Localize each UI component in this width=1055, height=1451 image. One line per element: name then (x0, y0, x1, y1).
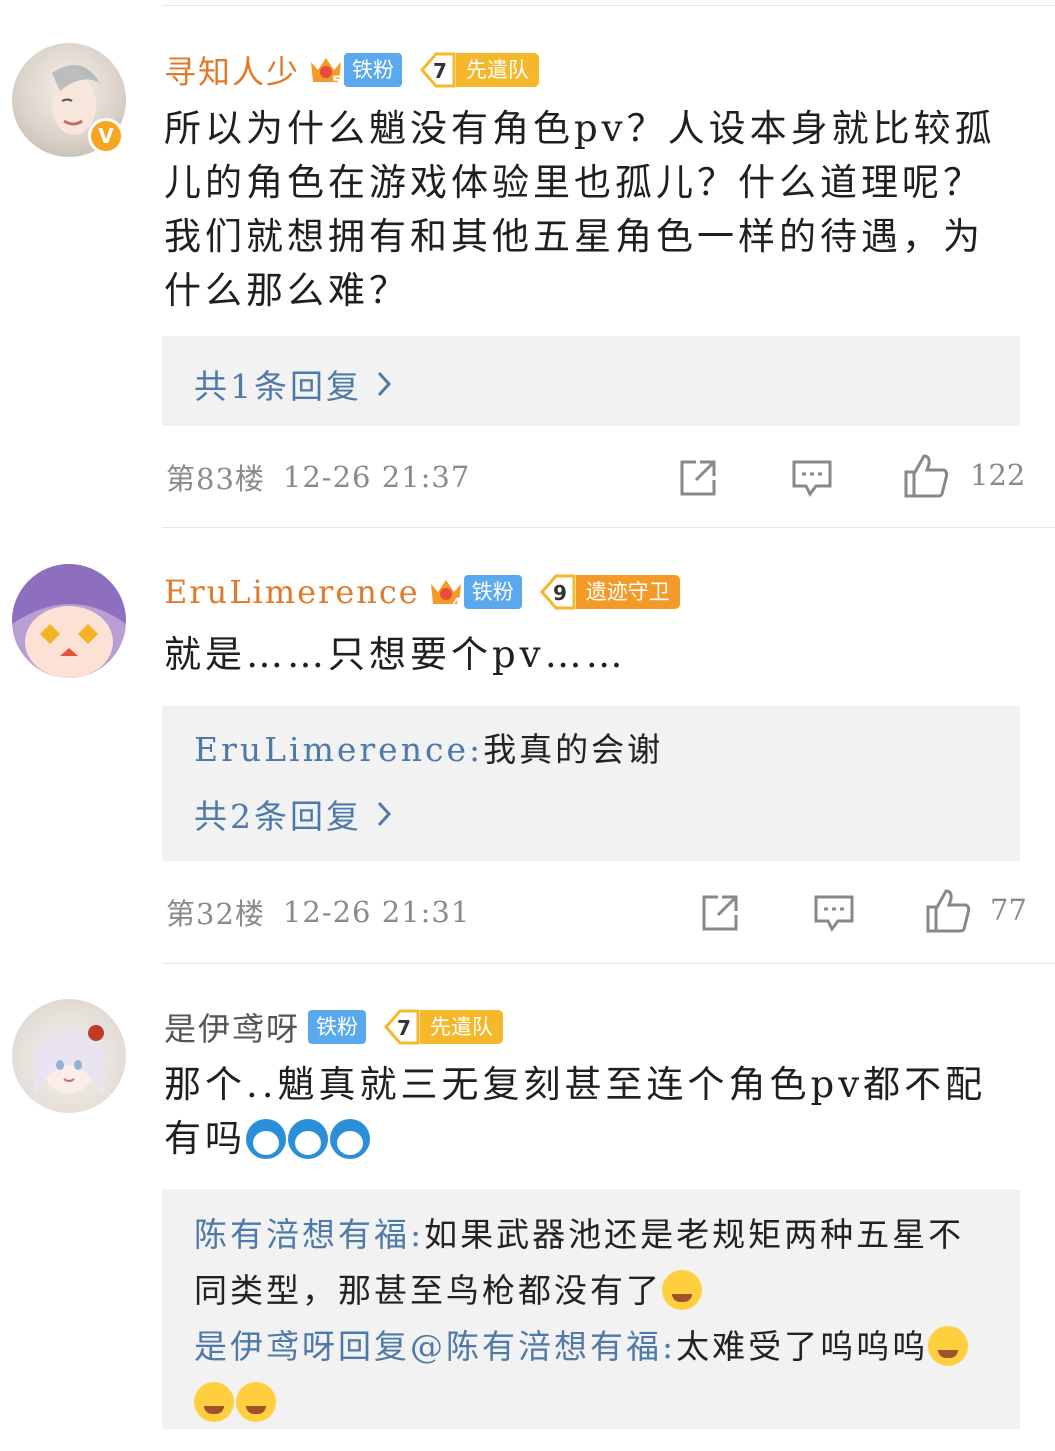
timestamp: 12-26 21:31 (282, 895, 471, 929)
floor-number: 第83楼 (166, 462, 265, 496)
reply-text: 太难受了呜呜呜 (676, 1327, 929, 1366)
comment-icon[interactable] (790, 456, 834, 500)
comment-icon[interactable] (812, 891, 856, 935)
divider (162, 527, 1055, 528)
svg-text:4: 4 (452, 596, 462, 610)
comment-text: 就是……只想要个pv…… (164, 633, 627, 676)
crying-face-icon (928, 1326, 969, 1366)
username[interactable]: 寻知人少 (164, 47, 300, 93)
crown-icon: 4 (428, 574, 464, 612)
divider (162, 5, 1055, 6)
reply-author[interactable]: 陈有涪想有福 (194, 1215, 410, 1254)
crying-face-icon (194, 1382, 234, 1422)
diamond-icon: 9 (536, 574, 576, 610)
diamond-icon: 7 (380, 1009, 420, 1045)
reply-text: 我真的会谢 (483, 730, 664, 769)
avatar[interactable] (12, 564, 126, 678)
like-icon[interactable] (902, 452, 950, 500)
share-icon[interactable] (698, 891, 742, 935)
svg-text:7: 7 (433, 59, 447, 83)
view-replies-link[interactable]: 共1条回复 (194, 360, 392, 408)
timestamp: 12-26 21:37 (282, 460, 471, 494)
verified-badge-icon: V (88, 118, 124, 154)
fan-badge[interactable]: 铁粉 (308, 1010, 367, 1044)
svg-text:7: 7 (397, 1016, 411, 1040)
rank-badge[interactable]: 9 遗迹守卫 (536, 574, 680, 610)
crown-icon: 5 (308, 52, 344, 90)
reply-author[interactable]: EruLimerence (194, 730, 469, 769)
comment-text: 所以为什么魈没有角色pv？人设本身就比较孤儿的角色在游戏体验里也孤儿？什么道理呢… (164, 107, 996, 312)
floor-number: 第32楼 (166, 897, 265, 931)
fan-badge[interactable]: 5 铁粉 (308, 52, 403, 90)
like-count: 122 (970, 458, 1026, 492)
username[interactable]: EruLimerence (164, 573, 420, 611)
reply-author[interactable]: 是伊鸢呀回复@陈有涪想有福 (194, 1327, 662, 1366)
svg-text:9: 9 (553, 581, 567, 605)
comment-text: 那个..魈真就三无复刻甚至连个角色pv都不配有吗 (164, 1063, 987, 1160)
username[interactable]: 是伊鸢呀 (164, 1004, 300, 1050)
view-replies-link[interactable]: 共2条回复 (194, 790, 392, 838)
like-icon[interactable] (924, 887, 972, 935)
crying-face-icon (236, 1382, 276, 1422)
reply-box[interactable]: EruLimerence:我真的会谢 共2条回复 (162, 706, 1020, 861)
rank-badge[interactable]: 7 先遣队 (380, 1009, 504, 1045)
reply-preview[interactable]: EruLimerence:我真的会谢 (194, 722, 663, 778)
doraemon-crying-icon (330, 1119, 370, 1159)
avatar[interactable] (12, 999, 126, 1113)
reply-box[interactable]: 共1条回复 (162, 336, 1020, 426)
doraemon-crying-icon (288, 1119, 328, 1159)
reply-box[interactable]: 陈有涪想有福:如果武器池还是老规矩两种五星不同类型，那甚至鸟枪都没有了 是伊鸢呀… (162, 1189, 1020, 1429)
divider (162, 963, 1055, 964)
svg-text:5: 5 (332, 74, 342, 88)
reply-item[interactable]: 陈有涪想有福:如果武器池还是老规矩两种五星不同类型，那甚至鸟枪都没有了 (194, 1207, 994, 1319)
doraemon-crying-icon (246, 1119, 286, 1159)
chevron-right-icon (377, 371, 392, 397)
share-icon[interactable] (676, 456, 720, 500)
reply-item[interactable]: 是伊鸢呀回复@陈有涪想有福:太难受了呜呜呜 (194, 1319, 994, 1431)
rank-badge[interactable]: 7 先遣队 (416, 52, 540, 88)
fan-badge[interactable]: 4 铁粉 (428, 574, 522, 612)
chevron-right-icon (377, 801, 392, 827)
crying-face-icon (662, 1270, 702, 1310)
diamond-icon: 7 (416, 52, 456, 88)
like-count: 77 (990, 893, 1027, 927)
